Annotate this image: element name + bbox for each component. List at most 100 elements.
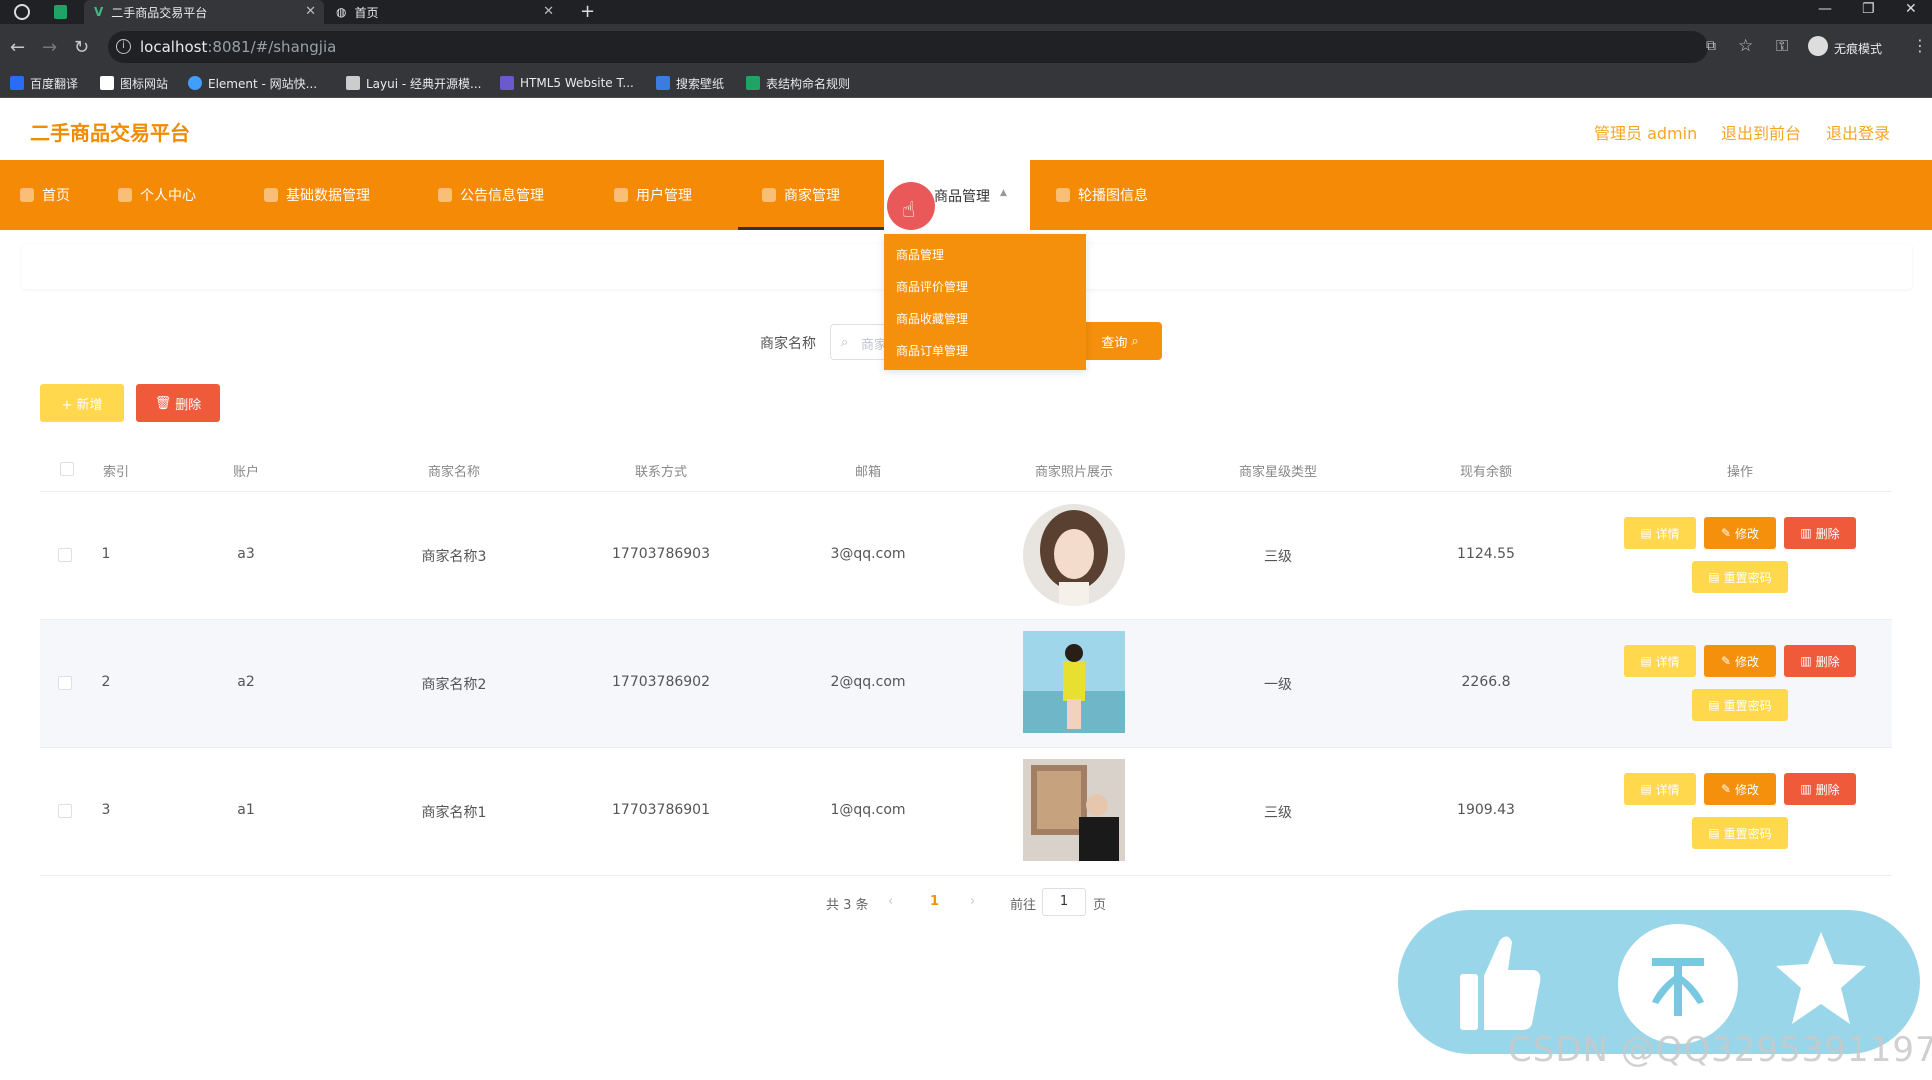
th-actions: 操作: [1726, 465, 1754, 480]
prev-page-icon[interactable]: ‹: [888, 894, 893, 909]
url-input[interactable]: [108, 31, 1708, 63]
translate-icon[interactable]: ⧉: [1706, 38, 1716, 54]
edit-button[interactable]: ✎ 修改: [1704, 645, 1776, 677]
url-text: localhost:8081/#/shangjia: [140, 38, 337, 56]
nav-item-base-data[interactable]: 基础数据管理: [264, 160, 370, 230]
th-phone: 联系方式: [634, 465, 688, 480]
doc-icon: ▤: [1708, 826, 1720, 840]
cell-phone: 17703786902: [612, 674, 710, 690]
bulk-delete-button[interactable]: 🗑 删除: [136, 384, 220, 422]
row-checkbox[interactable]: [58, 548, 72, 562]
info-icon[interactable]: i: [116, 39, 131, 54]
doc-icon: ▤: [1708, 570, 1720, 584]
logout-link[interactable]: 退出登录: [1826, 120, 1890, 144]
nav-item-users[interactable]: 用户管理: [614, 160, 692, 230]
select-all-checkbox[interactable]: [60, 462, 74, 476]
doc-icon: ▤: [1640, 526, 1652, 540]
goto-label: 前往: [1010, 898, 1037, 913]
tab-home[interactable]: ◍ 首页 ✕: [330, 0, 562, 24]
coin-icon[interactable]: [1618, 924, 1738, 1044]
app-title: 二手商品交易平台: [30, 121, 190, 145]
window-close-icon[interactable]: ✕: [1905, 1, 1917, 17]
pagination-total: 共 3 条: [826, 898, 869, 913]
nav-item-home[interactable]: 首页: [20, 160, 70, 230]
cell-account: a3: [237, 546, 255, 562]
bookmark-item[interactable]: 表结构命名规则: [746, 73, 850, 93]
caret-up-icon: ▲: [1000, 188, 1007, 198]
nav-item-profile[interactable]: 个人中心: [118, 160, 196, 230]
nav-item-announcements[interactable]: 公告信息管理: [438, 160, 544, 230]
nav-item-merchants[interactable]: 商家管理: [762, 160, 840, 230]
doc-icon: ▤: [1640, 782, 1652, 796]
globe-icon: ◍: [336, 5, 347, 19]
home-icon: [20, 188, 34, 202]
incognito-avatar[interactable]: [1808, 36, 1828, 56]
cell-phone: 17703786901: [612, 802, 710, 818]
row-checkbox[interactable]: [58, 676, 72, 690]
thumbs-up-icon[interactable]: [1456, 930, 1542, 1038]
delete-button[interactable]: ▥ 删除: [1784, 645, 1856, 677]
bookmark-item[interactable]: 搜索壁纸: [656, 73, 724, 93]
merchant-photo: [1023, 504, 1125, 606]
search-icon: ⌕: [1131, 333, 1139, 349]
edit-icon: ✎: [1720, 654, 1732, 668]
bookmark-favicon-icon: [100, 76, 114, 90]
edit-button[interactable]: ✎ 修改: [1704, 517, 1776, 549]
tab-app[interactable]: V 二手商品交易平台 ✕: [84, 0, 324, 24]
star-icon[interactable]: [1774, 928, 1868, 1032]
merchant-photo: [1023, 759, 1125, 861]
cell-star: 一级: [1264, 677, 1292, 693]
bookmark-item[interactable]: Layui - 经典开源模...: [346, 73, 481, 93]
bookmark-favicon-icon: [10, 76, 24, 90]
close-icon[interactable]: ✕: [543, 4, 554, 19]
chrome-app-icon[interactable]: [14, 4, 30, 20]
bookmark-item[interactable]: 百度翻译: [10, 73, 78, 93]
trash-icon: 🗑: [154, 395, 172, 411]
detail-button[interactable]: ▤ 详情: [1624, 517, 1696, 549]
reset-password-button[interactable]: ▤ 重置密码: [1692, 689, 1788, 721]
minimize-icon[interactable]: —: [1818, 1, 1832, 17]
bookmark-item[interactable]: HTML5 Website T...: [500, 73, 634, 93]
page-number[interactable]: 1: [930, 894, 939, 909]
key-icon[interactable]: ⚿: [1776, 36, 1788, 56]
sheets-icon[interactable]: [54, 5, 67, 19]
bookmark-favicon-icon: [346, 76, 360, 90]
new-tab-icon[interactable]: +: [580, 1, 595, 22]
table-row: [40, 492, 1892, 620]
detail-button[interactable]: ▤ 详情: [1624, 645, 1696, 677]
bookmark-star-icon[interactable]: ☆: [1738, 36, 1753, 56]
reset-password-button[interactable]: ▤ 重置密码: [1692, 561, 1788, 593]
submenu-item-goods-favorite[interactable]: 商品收藏管理: [896, 310, 968, 327]
forward-icon[interactable]: →: [42, 37, 57, 58]
restore-icon[interactable]: ❐: [1862, 1, 1875, 17]
bookmark-item[interactable]: Element - 网站快...: [188, 73, 317, 93]
search-button[interactable]: 查询 ⌕: [1078, 322, 1162, 360]
nav-item-carousel[interactable]: 轮播图信息: [1056, 160, 1148, 230]
bookmark-favicon-icon: [656, 76, 670, 90]
back-icon[interactable]: ←: [10, 37, 25, 58]
submenu-item-goods-review[interactable]: 商品评价管理: [896, 278, 968, 295]
delete-button[interactable]: ▥ 删除: [1784, 517, 1856, 549]
hand-cursor-icon: ☝: [902, 198, 916, 223]
submenu-item-goods-order[interactable]: 商品订单管理: [896, 342, 968, 359]
bookmark-item[interactable]: 图标网站: [100, 73, 168, 93]
cell-name: 商家名称1: [421, 805, 487, 821]
shop-icon: [762, 188, 776, 202]
doc-icon: ▤: [1708, 698, 1720, 712]
reload-icon[interactable]: ↻: [74, 37, 89, 58]
menu-dots-icon[interactable]: ⋮: [1912, 36, 1928, 55]
cell-index: 2: [101, 674, 111, 690]
next-page-icon[interactable]: ›: [970, 894, 975, 909]
close-icon[interactable]: ✕: [305, 4, 316, 19]
row-checkbox[interactable]: [58, 804, 72, 818]
reset-password-button[interactable]: ▤ 重置密码: [1692, 817, 1788, 849]
nav-item-goods-label: 商品管理: [934, 189, 990, 205]
page-jump-input[interactable]: 1: [1042, 888, 1086, 916]
submenu-item-goods[interactable]: 商品管理: [896, 246, 944, 263]
exit-to-front-link[interactable]: 退出到前台: [1721, 120, 1801, 144]
detail-button[interactable]: ▤ 详情: [1624, 773, 1696, 805]
th-account: 账户: [232, 465, 260, 480]
add-button[interactable]: + 新增: [40, 384, 124, 422]
edit-button[interactable]: ✎ 修改: [1704, 773, 1776, 805]
delete-button[interactable]: ▥ 删除: [1784, 773, 1856, 805]
